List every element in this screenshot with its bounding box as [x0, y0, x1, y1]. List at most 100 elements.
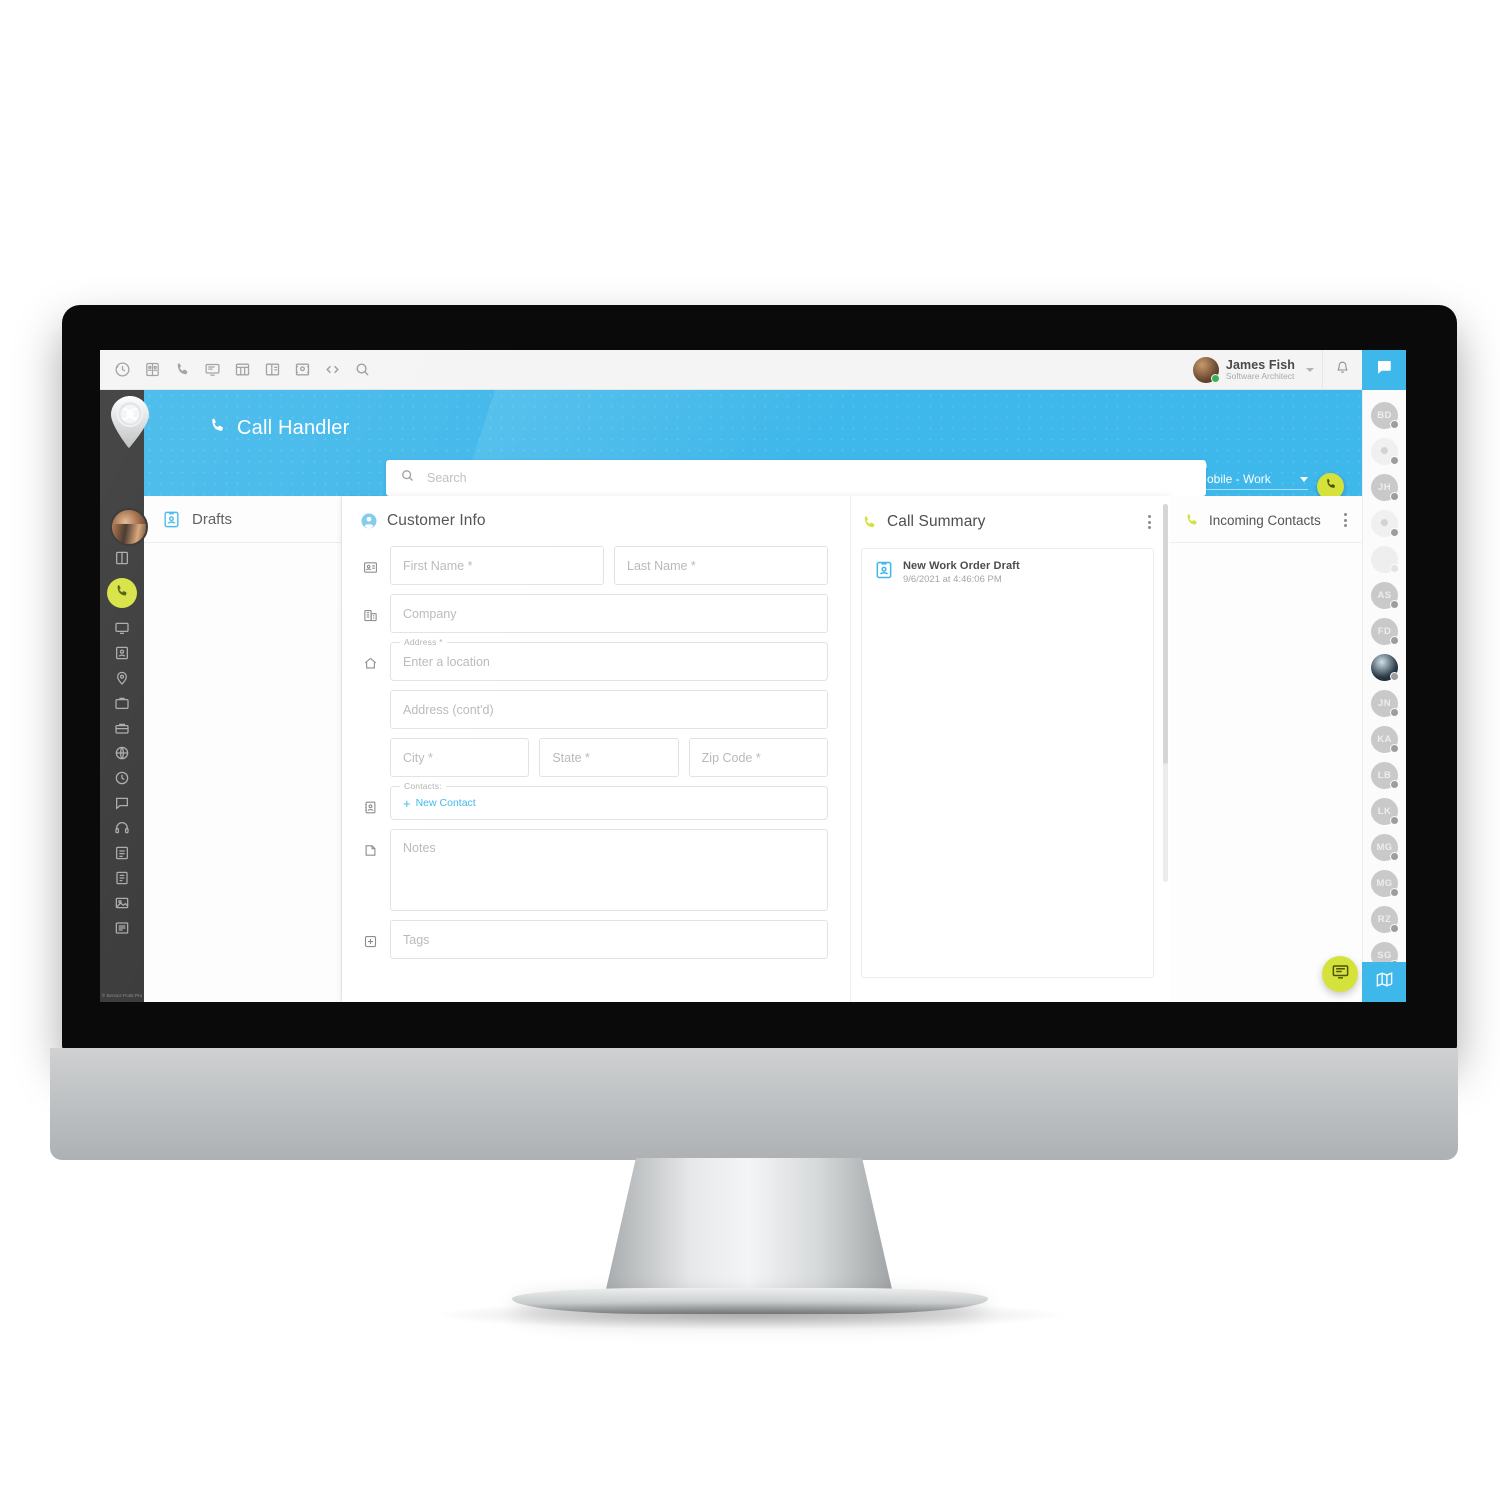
messages-button[interactable]	[1362, 350, 1406, 390]
contact-avatar-photo[interactable]	[1371, 654, 1399, 681]
user-menu[interactable]: James Fish Software Architect	[1192, 356, 1322, 383]
incoming-contacts-title: Incoming Contacts	[1209, 512, 1321, 528]
user-role: Software Architect	[1225, 370, 1295, 381]
address-field[interactable]: Address * Enter a location	[390, 637, 828, 681]
state-field[interactable]: State *	[539, 738, 679, 777]
contact-avatar-placeholder	[1371, 546, 1399, 573]
chat-icon	[1331, 962, 1350, 986]
monitor-neck	[604, 1158, 894, 1298]
panels-icon[interactable]	[264, 361, 281, 378]
contact-avatar[interactable]: FD	[1371, 618, 1399, 645]
call-summary-menu-icon[interactable]	[1145, 512, 1154, 532]
code-icon[interactable]	[324, 361, 341, 378]
scrollbar[interactable]	[1163, 504, 1168, 882]
city-field[interactable]: City *	[390, 738, 530, 777]
spacer-icon	[360, 749, 380, 769]
call-summary-list: New Work Order Draft 9/6/2021 at 4:46:06…	[861, 548, 1154, 978]
app-logo-pin	[108, 394, 152, 450]
rail-item-call-handler[interactable]	[107, 578, 137, 608]
screen: James Fish Software Architect © Service …	[100, 350, 1406, 1002]
display-icon[interactable]	[204, 361, 221, 378]
contact-avatar-rail[interactable]: BD ✺ JH ✺ AS FD JN KA LB LK MG MG RZ SG	[1362, 390, 1406, 1002]
last-name-field[interactable]: Last Name *	[614, 546, 828, 585]
rail-item-jobs[interactable]	[114, 695, 130, 711]
search-bar[interactable]	[386, 460, 1206, 496]
chevron-down-icon[interactable]	[1306, 367, 1314, 372]
station-select[interactable]: Station Mobile - Work	[1178, 460, 1308, 490]
tags-field[interactable]: Tags	[390, 920, 828, 959]
list-item[interactable]: New Work Order Draft 9/6/2021 at 4:46:06…	[874, 560, 1141, 585]
station-value: Mobile - Work	[1197, 472, 1271, 486]
contact-avatar[interactable]: JN	[1371, 690, 1399, 717]
incoming-contacts-header: Incoming Contacts	[1170, 496, 1362, 543]
table-icon[interactable]	[234, 361, 251, 378]
address-legend: Address *	[400, 637, 447, 647]
notes-row: Notes	[360, 829, 828, 911]
page-title: Call Handler	[208, 416, 349, 440]
address-placeholder: Enter a location	[403, 654, 490, 669]
notifications-button[interactable]	[1322, 350, 1362, 390]
map-button[interactable]	[1362, 962, 1406, 1002]
rail-item-schedule[interactable]	[114, 770, 130, 786]
contact-avatar[interactable]: LK	[1371, 798, 1399, 825]
contact-avatar[interactable]: KA	[1371, 726, 1399, 753]
rail-item-locations[interactable]	[114, 670, 130, 686]
rail-item-toolbox[interactable]	[114, 720, 130, 736]
rail-item-list[interactable]	[114, 920, 130, 936]
company-field[interactable]: Company	[390, 594, 828, 633]
rail-user-avatar[interactable]	[110, 508, 148, 546]
dashboard-icon[interactable]	[294, 361, 311, 378]
contact-avatar[interactable]: JH	[1371, 474, 1399, 501]
start-call-button[interactable]	[1317, 473, 1344, 496]
customer-info-header: Customer Info	[360, 512, 828, 530]
search-input[interactable]	[427, 471, 1192, 485]
history-icon[interactable]	[114, 361, 131, 378]
rail-item-chat[interactable]	[114, 795, 130, 811]
contact-avatar[interactable]: AS	[1371, 582, 1399, 609]
contact-avatar[interactable]: MG	[1371, 834, 1399, 861]
chat-fab-button[interactable]	[1322, 956, 1358, 992]
monitor-shadow	[430, 1300, 1070, 1330]
contact-avatar-logo[interactable]: ✺	[1371, 438, 1399, 465]
rail-item-media[interactable]	[114, 895, 130, 911]
first-name-field[interactable]: First Name *	[390, 546, 604, 585]
rail-item-messages[interactable]	[114, 620, 130, 636]
plus-icon: +	[403, 795, 411, 811]
draft-badge-icon	[162, 510, 181, 529]
call-summary-panel: Call Summary New Work Order Draft 9/6/20…	[850, 496, 1170, 1002]
address-row: Address * Enter a location	[360, 637, 828, 681]
rail-item-directory[interactable]	[114, 645, 130, 661]
contacts-book-icon[interactable]	[144, 361, 161, 378]
phone-icon	[208, 416, 227, 440]
monitor-base	[50, 1048, 1458, 1160]
contact-avatar[interactable]: RZ	[1371, 906, 1399, 933]
notes-field[interactable]: Notes	[390, 829, 828, 911]
rail-item-globe[interactable]	[114, 745, 130, 761]
chevron-down-icon[interactable]	[1300, 476, 1308, 482]
contact-avatar[interactable]: LB	[1371, 762, 1399, 789]
rail-item-reports[interactable]	[114, 845, 130, 861]
scrollbar-thumb[interactable]	[1163, 504, 1168, 764]
contact-avatar[interactable]: BD	[1371, 402, 1399, 429]
rail-item-invoices[interactable]	[114, 870, 130, 886]
note-icon	[360, 840, 380, 860]
zip-code-field[interactable]: Zip Code *	[688, 738, 828, 777]
incoming-contacts-menu-icon[interactable]	[1341, 510, 1350, 530]
phone-icon	[861, 514, 878, 531]
new-contact-button[interactable]: + New Contact	[403, 797, 476, 810]
rail-item-contacts[interactable]	[114, 550, 130, 566]
top-toolbar: James Fish Software Architect	[100, 350, 1406, 390]
contact-avatar-logo[interactable]: ✺	[1371, 510, 1399, 537]
contact-avatar[interactable]: MG	[1371, 870, 1399, 897]
toolbar-right-group: James Fish Software Architect	[1192, 350, 1406, 390]
station-label: Station	[1178, 460, 1208, 470]
name-row: First Name * Last Name *	[360, 546, 828, 585]
rail-item-support[interactable]	[114, 820, 130, 836]
bell-icon	[1335, 360, 1350, 380]
person-circle-icon	[360, 512, 378, 530]
search-icon[interactable]	[354, 361, 371, 378]
main-content: Customer Info First Name * Last Name * C…	[342, 496, 1170, 1002]
phone-icon[interactable]	[174, 361, 191, 378]
address2-field[interactable]: Address (cont'd)	[390, 690, 828, 729]
contacts-field[interactable]: Contacts: + New Contact	[390, 781, 828, 820]
